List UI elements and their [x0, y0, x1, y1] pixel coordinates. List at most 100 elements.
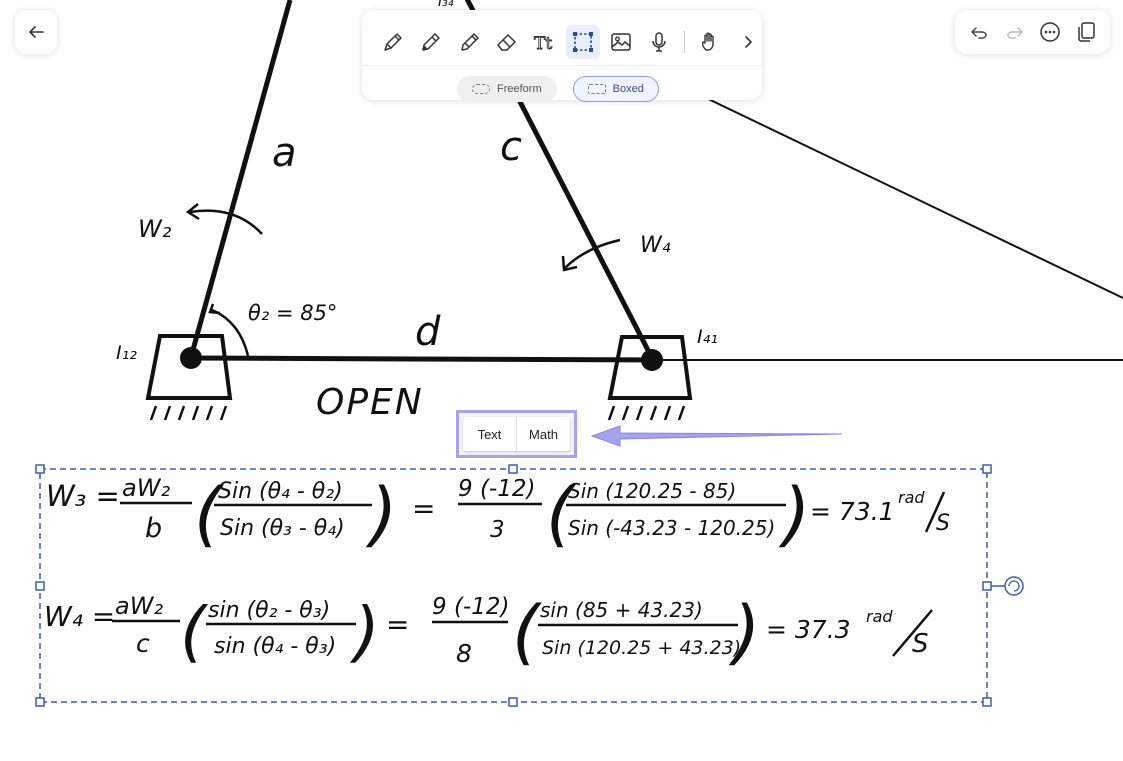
toolbar-divider	[362, 65, 762, 66]
boxed-mode-button[interactable]: Boxed	[572, 76, 659, 102]
eq2-frac1-num: aW₂	[115, 592, 163, 620]
eq1-paren-close-2: )	[778, 473, 810, 555]
convert-popup: Text Math	[456, 410, 577, 458]
eq2-unit-bottom: S	[912, 629, 929, 659]
resize-handle-bm[interactable]	[508, 697, 518, 707]
eraser-icon[interactable]	[490, 25, 524, 59]
chevron-right-icon[interactable]	[731, 25, 765, 59]
image-icon[interactable]	[604, 25, 638, 59]
resize-handle-tl[interactable]	[35, 464, 45, 474]
resize-handle-mr[interactable]	[982, 581, 992, 591]
convert-text-button[interactable]: Text	[463, 417, 516, 451]
redo-icon	[1006, 27, 1023, 39]
lasso-select-icon[interactable]	[566, 25, 600, 59]
eq1-equals: =	[412, 492, 435, 525]
label-omega2: W₂	[138, 215, 172, 243]
resize-handle-bl[interactable]	[35, 697, 45, 707]
resize-handle-ml[interactable]	[35, 581, 45, 591]
rotate-handle-icon[interactable]	[1004, 576, 1024, 596]
eq2-frac4-den: Sin (120.25 + 43.23)	[542, 637, 741, 659]
label-link-d: d	[415, 309, 441, 355]
eq1-unit-bottom: S	[936, 511, 950, 536]
eq1-unit-top: rad	[898, 488, 925, 507]
line-diagonal-right	[699, 94, 1123, 299]
eq2-frac1-den: c	[136, 629, 150, 658]
freeform-icon	[472, 84, 490, 94]
link-d	[190, 355, 653, 363]
undo-button[interactable]	[964, 17, 994, 47]
ground-hatch-left	[149, 405, 228, 421]
label-i34: I₃₄	[438, 0, 454, 10]
pivot-left	[180, 347, 202, 369]
boxed-icon	[587, 84, 606, 94]
pencil-icon[interactable]	[414, 25, 448, 59]
redo-button[interactable]	[1000, 17, 1030, 47]
eq1-frac3-num: 9 (-12)	[458, 476, 535, 502]
eq2-paren-open: (	[180, 593, 209, 670]
hand-icon[interactable]	[693, 25, 727, 59]
tool-palette: Tt Freeform Boxed	[362, 10, 765, 102]
theta2-arc	[211, 308, 250, 357]
eq1-paren-close: )	[365, 473, 397, 555]
label-open: OPEN	[316, 382, 424, 423]
eq1-frac1-den: b	[145, 513, 162, 544]
drawing-canvas[interactable]: a c d W₂ W₄ θ₂ = 85° I₁₂ I₄₁ I₃₄ OPEN W₃…	[0, 0, 1123, 761]
pivot-right	[641, 349, 663, 371]
microphone-icon[interactable]	[642, 25, 676, 59]
freeform-mode-button[interactable]: Freeform	[457, 76, 557, 102]
eq2-paren-close-2: )	[728, 591, 760, 673]
eq1-frac2-num: Sin (θ₄ - θ₂)	[218, 479, 343, 504]
equation-omega4: W₄ = aW₂ c ( sin (θ₂ - θ₃) sin (θ₄ - θ₃)…	[44, 591, 933, 673]
eq2-frac2-num: sin (θ₂ - θ₃)	[208, 598, 330, 623]
eq1-lhs: W₃ =	[46, 479, 120, 513]
label-link-a: a	[272, 130, 297, 176]
eq1-result: = 73.1	[810, 497, 895, 526]
eq2-paren-close: )	[349, 593, 380, 670]
eq1-frac3-den: 3	[490, 517, 505, 543]
eq2-lhs: W₄ =	[44, 600, 115, 633]
ground-hatch-right	[607, 405, 686, 421]
back-button[interactable]	[15, 10, 57, 54]
text-tool-icon[interactable]: Tt	[528, 25, 562, 59]
label-i12: I₁₂	[116, 342, 137, 364]
resize-handle-tr[interactable]	[982, 464, 992, 474]
convert-options: Text Math	[463, 417, 570, 451]
eq2-frac3-den: 8	[456, 639, 472, 668]
copy-pages-icon	[1078, 22, 1095, 42]
toolbar-separator	[684, 31, 685, 53]
eq2-equals: =	[386, 608, 409, 641]
label-i41: I₄₁	[697, 326, 718, 348]
eq1-frac4-num: Sin (120.25 - 85)	[568, 479, 736, 503]
resize-handle-br[interactable]	[982, 697, 992, 707]
convert-math-button[interactable]: Math	[516, 417, 570, 451]
label-omega4: W₄	[640, 233, 671, 258]
eq2-paren-open-2: (	[512, 591, 542, 673]
history-actions	[955, 10, 1110, 54]
ellipsis-circle-icon	[1040, 22, 1061, 42]
text-tool-label: Tt	[534, 34, 552, 54]
eq1-frac4-den: Sin (-43.23 - 120.25)	[568, 516, 775, 540]
eq2-unit-top: rad	[866, 607, 893, 626]
undo-icon	[971, 27, 987, 39]
theta2-arrowhead	[208, 303, 221, 315]
pointer-arrow	[590, 425, 843, 447]
eq2-result: = 37.3	[766, 615, 851, 644]
more-options-button[interactable]	[1035, 17, 1065, 47]
eq2-frac2-den: sin (θ₄ - θ₃)	[214, 634, 336, 659]
label-theta2: θ₂ = 85°	[248, 301, 337, 325]
equation-omega3: W₃ = aW₂ b ( Sin (θ₄ - θ₂) Sin (θ₃ - θ₄)…	[46, 473, 950, 555]
back-arrow-icon	[29, 26, 44, 38]
tool-row: Tt	[376, 20, 765, 64]
highlighter-icon[interactable]	[452, 25, 486, 59]
input-mode-row: Freeform Boxed	[457, 76, 659, 102]
eq2-frac3-num: 9 (-12)	[432, 594, 509, 620]
eq2-frac4-num: sin (85 + 43.23)	[540, 598, 703, 622]
boxed-mode-label: Boxed	[612, 83, 644, 95]
freeform-mode-label: Freeform	[497, 83, 542, 95]
pages-button[interactable]	[1071, 17, 1101, 47]
pen-icon[interactable]	[376, 25, 410, 59]
resize-handle-tm[interactable]	[508, 464, 518, 474]
eq1-frac1-num: aW₂	[122, 474, 170, 502]
eq1-frac2-den: Sin (θ₃ - θ₄)	[220, 516, 345, 541]
label-link-c: c	[500, 124, 522, 170]
